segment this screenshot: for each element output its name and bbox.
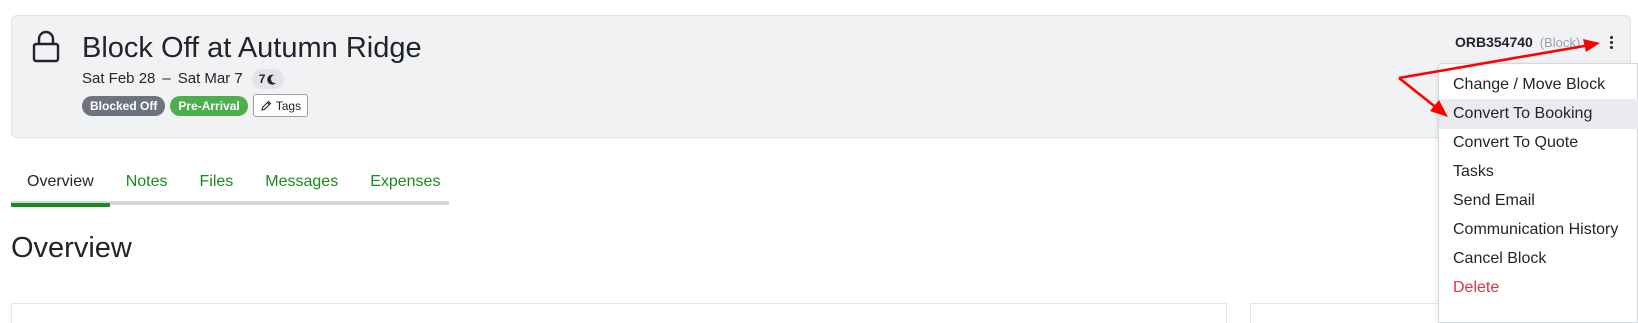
reference-number: ORB354740 (Block) bbox=[1455, 34, 1580, 50]
tab-notes[interactable]: Notes bbox=[110, 163, 184, 204]
status-badge-pre-arrival: Pre-Arrival bbox=[170, 95, 248, 116]
menu-item-cancel-block[interactable]: Cancel Block bbox=[1439, 244, 1638, 274]
section-title: Overview bbox=[11, 232, 132, 264]
date-range: Sat Feb 28 – Sat Mar 7 7 bbox=[82, 69, 285, 89]
page-title: Block Off at Autumn Ridge bbox=[82, 32, 422, 64]
tab-expenses[interactable]: Expenses bbox=[354, 163, 456, 204]
tags-button[interactable]: Tags bbox=[252, 94, 309, 117]
start-date: Sat Feb 28 bbox=[82, 70, 156, 87]
menu-item-tasks[interactable]: Tasks bbox=[1439, 157, 1638, 187]
menu-item-convert-to-booking[interactable]: Convert To Booking bbox=[1439, 99, 1638, 129]
menu-item-send-email[interactable]: Send Email bbox=[1439, 186, 1638, 216]
moon-icon bbox=[267, 74, 277, 85]
tab-messages[interactable]: Messages bbox=[249, 163, 354, 204]
pencil-icon bbox=[261, 100, 271, 111]
overview-panel-left bbox=[11, 303, 1227, 323]
tab-overview[interactable]: Overview bbox=[11, 163, 110, 207]
nights-count: 7 bbox=[258, 72, 266, 86]
reference-code: ORB354740 bbox=[1455, 34, 1533, 50]
actions-dropdown-menu: Change / Move Block Convert To Booking C… bbox=[1438, 63, 1638, 323]
tab-bar: Overview Notes Files Messages Expenses bbox=[11, 163, 456, 207]
reference-type: (Block) bbox=[1539, 35, 1581, 50]
menu-item-communication-history[interactable]: Communication History bbox=[1439, 215, 1638, 245]
lock-icon bbox=[32, 30, 60, 63]
end-date: Sat Mar 7 bbox=[177, 70, 243, 87]
tags-label: Tags bbox=[275, 98, 302, 113]
menu-item-change-move-block[interactable]: Change / Move Block bbox=[1439, 70, 1638, 100]
menu-item-delete[interactable]: Delete bbox=[1439, 273, 1638, 303]
nights-badge: 7 bbox=[251, 69, 285, 89]
status-badges: Blocked Off Pre-Arrival Tags bbox=[82, 94, 309, 117]
date-separator: – bbox=[162, 70, 171, 87]
tab-files[interactable]: Files bbox=[183, 163, 249, 204]
status-badge-blocked: Blocked Off bbox=[82, 95, 166, 116]
more-options-icon[interactable] bbox=[1605, 32, 1617, 52]
menu-item-convert-to-quote[interactable]: Convert To Quote bbox=[1439, 128, 1638, 158]
